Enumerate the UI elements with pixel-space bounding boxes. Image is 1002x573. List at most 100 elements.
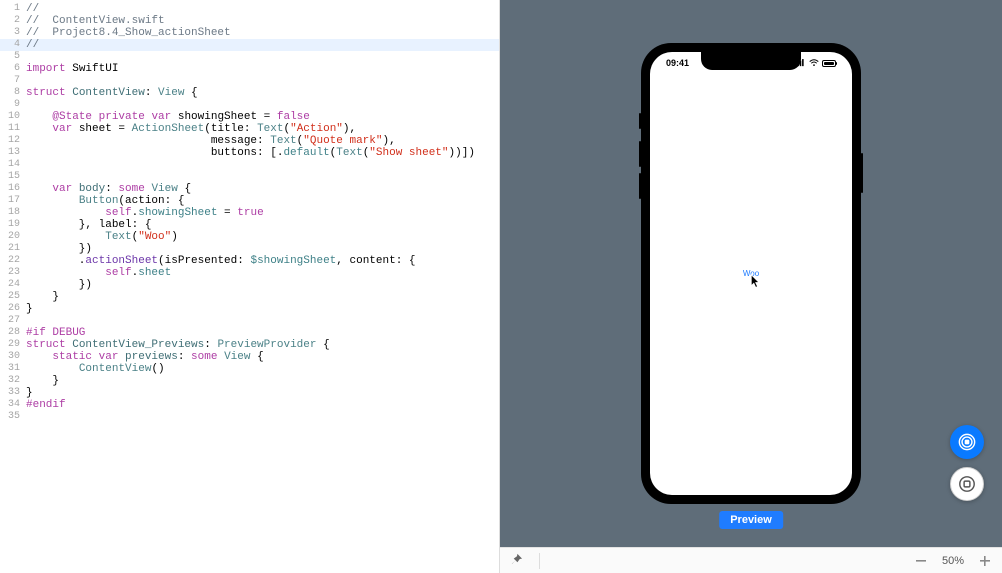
device-side-button <box>861 153 863 193</box>
code-line[interactable]: message: Text("Quote mark"), <box>26 135 499 147</box>
code-line[interactable]: #if DEBUG <box>26 327 499 339</box>
line-number: 30 <box>0 351 26 363</box>
code-line[interactable]: .actionSheet(isPresented: $showingSheet,… <box>26 255 499 267</box>
woo-button[interactable]: Woo <box>743 269 759 278</box>
duplicate-preview-icon <box>958 475 976 493</box>
line-number: 34 <box>0 399 26 411</box>
live-preview-button[interactable] <box>950 425 984 459</box>
zoom-in-button[interactable] <box>978 554 992 568</box>
code-line[interactable]: // ContentView.swift <box>26 15 499 27</box>
line-number: 24 <box>0 279 26 291</box>
wifi-icon <box>809 59 819 67</box>
code-editor[interactable]: 1234567891011121314151617181920212223242… <box>0 0 500 573</box>
code-line[interactable] <box>26 51 499 63</box>
code-line[interactable]: buttons: [.default(Text("Show sheet"))]) <box>26 147 499 159</box>
line-number: 25 <box>0 291 26 303</box>
line-number-gutter: 1234567891011121314151617181920212223242… <box>0 0 26 423</box>
code-line[interactable]: }) <box>26 279 499 291</box>
device-side-button <box>639 173 641 199</box>
duplicate-preview-button[interactable] <box>950 467 984 501</box>
line-number: 32 <box>0 375 26 387</box>
line-number: 28 <box>0 327 26 339</box>
pin-preview-button[interactable] <box>510 553 523 569</box>
line-number: 6 <box>0 63 26 75</box>
line-number: 18 <box>0 207 26 219</box>
line-number: 20 <box>0 231 26 243</box>
signal-icon <box>795 59 806 67</box>
code-line[interactable]: } <box>26 387 499 399</box>
line-number: 8 <box>0 87 26 99</box>
line-number: 15 <box>0 171 26 183</box>
battery-icon <box>822 60 836 67</box>
line-number: 22 <box>0 255 26 267</box>
code-line[interactable]: var sheet = ActionSheet(title: Text("Act… <box>26 123 499 135</box>
device-side-button <box>639 141 641 167</box>
code-line[interactable] <box>26 75 499 87</box>
line-number: 21 <box>0 243 26 255</box>
line-number: 11 <box>0 123 26 135</box>
code-line[interactable] <box>26 99 499 111</box>
line-number: 12 <box>0 135 26 147</box>
status-bar: 09:41 <box>650 56 852 70</box>
code-line[interactable] <box>26 159 499 171</box>
zoom-level: 50% <box>942 555 964 567</box>
code-line[interactable]: @State private var showingSheet = false <box>26 111 499 123</box>
line-number: 27 <box>0 315 26 327</box>
code-line[interactable] <box>26 171 499 183</box>
status-time: 09:41 <box>666 58 689 68</box>
minus-icon <box>915 555 927 567</box>
code-line[interactable]: // <box>26 3 499 15</box>
line-number: 4 <box>0 39 26 51</box>
line-number: 33 <box>0 387 26 399</box>
line-number: 2 <box>0 15 26 27</box>
code-line[interactable]: #endif <box>26 399 499 411</box>
preview-panel: 09:41 <box>500 0 1002 573</box>
code-line[interactable]: struct ContentView: View { <box>26 87 499 99</box>
pin-icon <box>510 553 523 566</box>
line-number: 16 <box>0 183 26 195</box>
code-line[interactable]: import SwiftUI <box>26 63 499 75</box>
line-number: 14 <box>0 159 26 171</box>
preview-canvas[interactable]: 09:41 <box>500 0 1002 547</box>
code-line[interactable]: Button(action: { <box>26 195 499 207</box>
code-line[interactable]: static var previews: some View { <box>26 351 499 363</box>
line-number: 9 <box>0 99 26 111</box>
line-number: 7 <box>0 75 26 87</box>
code-line[interactable]: }, label: { <box>26 219 499 231</box>
code-line[interactable]: Text("Woo") <box>26 231 499 243</box>
code-line[interactable]: }) <box>26 243 499 255</box>
line-number: 5 <box>0 51 26 63</box>
code-line[interactable]: } <box>26 291 499 303</box>
code-lines[interactable]: //// ContentView.swift// Project8.4_Show… <box>26 0 499 423</box>
preview-label-chip[interactable]: Preview <box>719 511 783 529</box>
code-line[interactable]: struct ContentView_Previews: PreviewProv… <box>26 339 499 351</box>
toolbar-divider <box>539 553 540 569</box>
line-number: 1 <box>0 3 26 15</box>
code-line[interactable]: self.sheet <box>26 267 499 279</box>
code-line[interactable] <box>26 315 499 327</box>
line-number: 13 <box>0 147 26 159</box>
line-number: 26 <box>0 303 26 315</box>
code-line[interactable]: ContentView() <box>26 363 499 375</box>
code-line[interactable]: var body: some View { <box>26 183 499 195</box>
line-number: 3 <box>0 27 26 39</box>
code-line[interactable]: } <box>26 303 499 315</box>
code-line[interactable] <box>26 411 499 423</box>
line-number: 31 <box>0 363 26 375</box>
zoom-out-button[interactable] <box>914 554 928 568</box>
code-line[interactable]: } <box>26 375 499 387</box>
line-number: 23 <box>0 267 26 279</box>
line-number: 29 <box>0 339 26 351</box>
preview-toolbar: 50% <box>500 547 1002 573</box>
code-line[interactable]: // <box>26 39 499 51</box>
iphone-device-mock: 09:41 <box>641 43 861 504</box>
code-line[interactable]: // Project8.4_Show_actionSheet <box>26 27 499 39</box>
line-number: 10 <box>0 111 26 123</box>
line-number: 19 <box>0 219 26 231</box>
code-line[interactable]: self.showingSheet = true <box>26 207 499 219</box>
line-number: 17 <box>0 195 26 207</box>
live-preview-icon <box>958 433 976 451</box>
device-side-button <box>639 113 641 129</box>
line-number: 35 <box>0 411 26 423</box>
plus-icon <box>979 555 991 567</box>
